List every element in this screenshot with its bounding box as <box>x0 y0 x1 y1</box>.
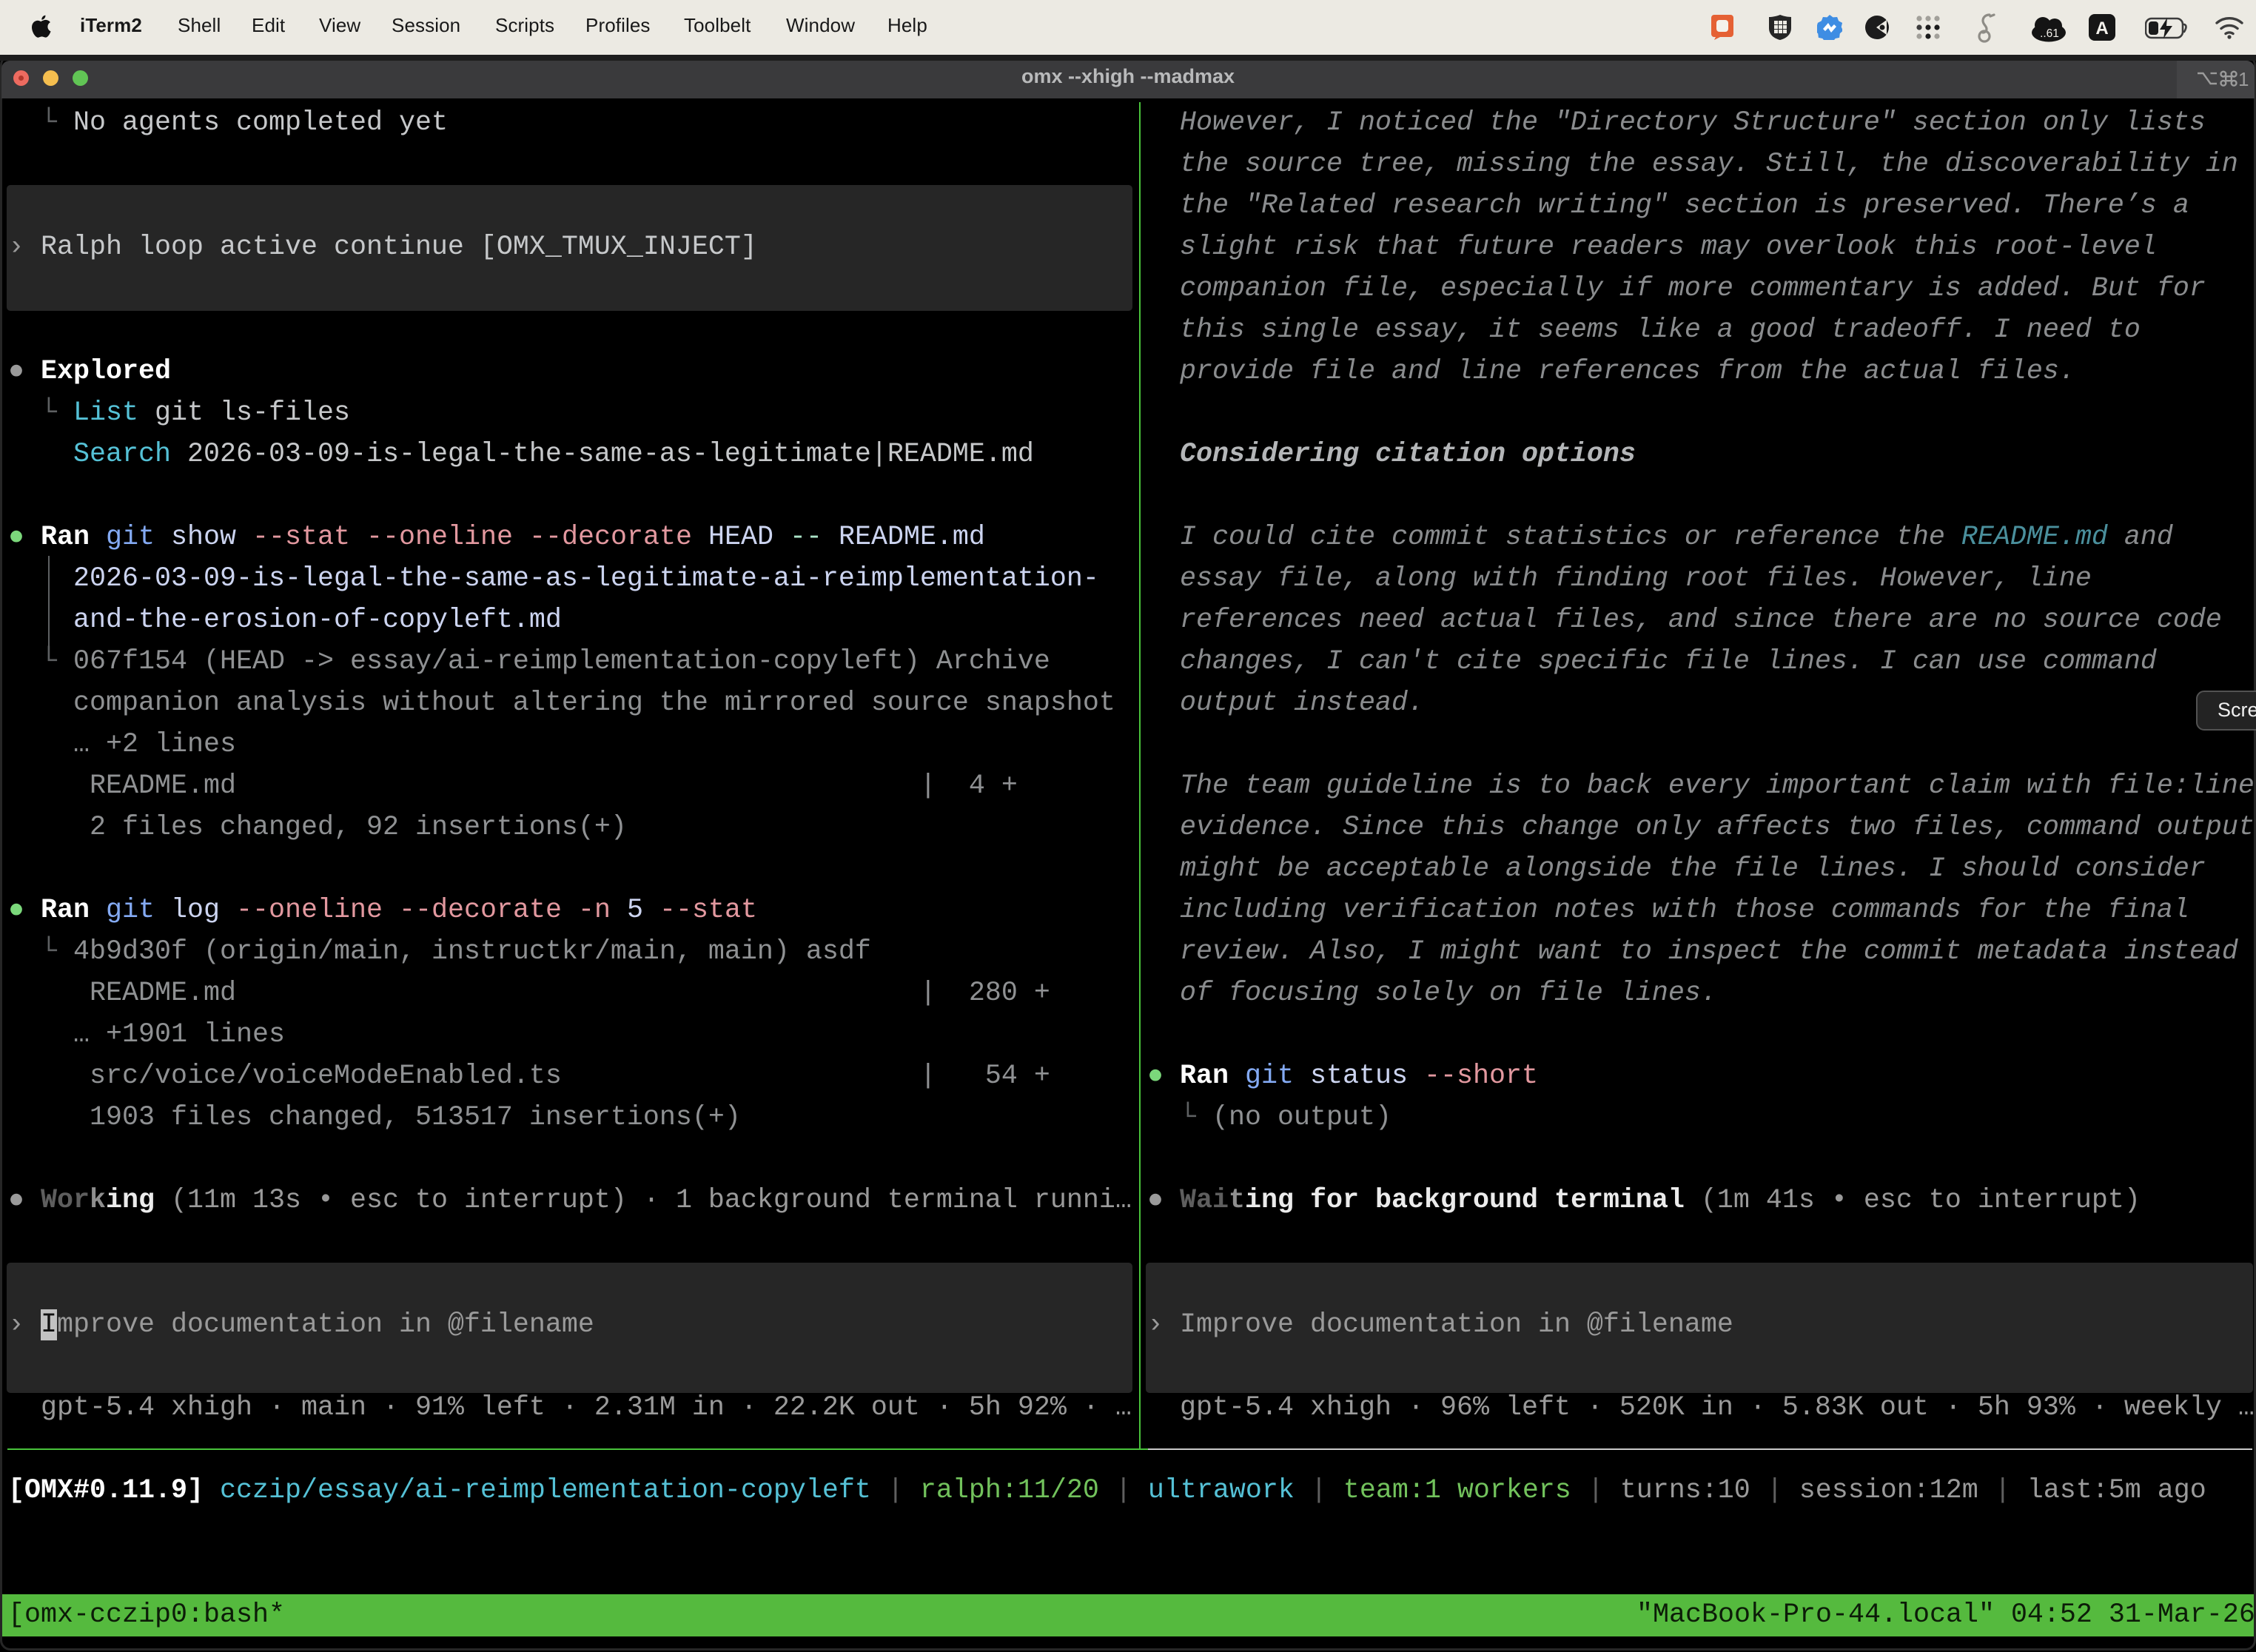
svg-text:..61: ..61 <box>2040 27 2059 40</box>
svg-text:1: 1 <box>2238 68 2249 90</box>
svg-text:A: A <box>2095 19 2108 38</box>
